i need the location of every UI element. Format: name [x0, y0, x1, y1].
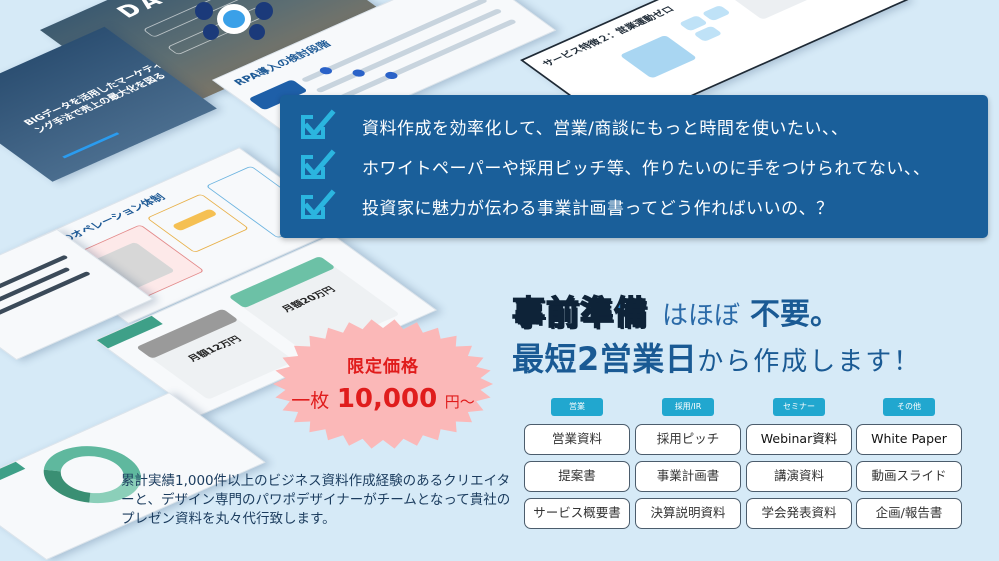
pain-point-text: 資料作成を効率化して、営業/商談にもっと時間を使いたい、、 — [362, 118, 849, 139]
slide-title: BIGデータを活用したマーケティング手法で売上の最大化を図る — [21, 60, 170, 135]
service-description: 累計実績1,000件以上のビジネス資料作成経験のあるクリエイターと、デザイン専門… — [121, 473, 511, 527]
category-column-seminar: セミナー Webinar資料 講演資料 学会発表資料 — [746, 398, 852, 529]
headline-line-2: 最短2営業日 から作成します！ — [512, 334, 921, 380]
category-column-recruiting-ir: 採用/IR 採用ピッチ 事業計画書 決算説明資料 — [635, 398, 741, 529]
headline-unnecessary: 不要。 — [750, 297, 841, 332]
checkbox-checked-icon — [300, 149, 336, 183]
category-column-sales: 営業 営業資料 提案書 サービス概要書 — [524, 398, 630, 529]
document-type-button[interactable]: 講演資料 — [746, 461, 852, 492]
badge-price-suffix: 円～ — [444, 393, 475, 411]
badge-title: 限定価格 — [347, 357, 419, 377]
category-tag: 採用/IR — [662, 398, 714, 416]
document-type-button[interactable]: Webinar資料 — [746, 424, 852, 455]
document-type-button[interactable]: 動画スライド — [856, 461, 962, 492]
pain-points-panel: 資料作成を効率化して、営業/商談にもっと時間を使いたい、、 ホワイトペーパーや採… — [280, 95, 988, 238]
document-type-button[interactable]: 採用ピッチ — [635, 424, 741, 455]
slide-tag — [0, 461, 26, 498]
document-type-button[interactable]: 事業計画書 — [635, 461, 741, 492]
pain-point-item: 資料作成を効率化して、営業/商談にもっと時間を使いたい、、 — [300, 109, 848, 143]
network-diagram-graphic — [195, 0, 275, 44]
badge-price-amount: 10,000 — [336, 384, 438, 414]
headline-turnaround-suffix: から作成します！ — [697, 347, 922, 377]
headline-preparation: 事前準備 — [511, 292, 648, 333]
badge-price: 一枚 10,000 円～ — [272, 384, 494, 414]
document-type-button[interactable]: サービス概要書 — [524, 498, 630, 529]
limited-price-badge: 限定価格 一枚 10,000 円～ — [272, 318, 494, 450]
category-tag: セミナー — [773, 398, 825, 416]
category-column-other: その他 White Paper 動画スライド 企画/報告書 — [856, 398, 962, 529]
document-type-button[interactable]: 企画/報告書 — [856, 498, 962, 529]
category-tag: 営業 — [551, 398, 603, 416]
badge-price-prefix: 一枚 — [291, 390, 330, 412]
checkbox-checked-icon — [300, 109, 336, 143]
headline-almost: はほぼ — [662, 301, 741, 331]
slide-accent-line — [62, 132, 120, 159]
document-type-button[interactable]: 営業資料 — [524, 424, 630, 455]
pain-point-text: ホワイトペーパーや採用ピッチ等、作りたいのに手をつけられてない、、 — [362, 158, 931, 179]
category-tag: その他 — [883, 398, 935, 416]
slide-grid-cell — [701, 4, 732, 22]
checkbox-checked-icon — [300, 189, 336, 223]
headline-turnaround: 最短2営業日 — [512, 340, 698, 378]
document-type-button[interactable]: White Paper — [856, 424, 962, 455]
document-type-button[interactable]: 学会発表資料 — [746, 498, 852, 529]
slide-grid-cell — [722, 0, 845, 20]
document-type-button[interactable]: 提案書 — [524, 461, 630, 492]
slide-track — [315, 8, 503, 94]
slide-triangle-area — [619, 34, 698, 79]
pain-point-item: ホワイトペーパーや採用ピッチ等、作りたいのに手をつけられてない、、 — [300, 149, 930, 183]
pain-point-text: 投資家に魅力が伝わる事業計画書ってどう作ればいいの、？ — [362, 198, 834, 219]
headline-line-1: 事前準備 はほぼ 不要。 — [511, 286, 921, 333]
slide-track — [329, 18, 518, 104]
slide-grid-cell — [693, 25, 723, 42]
pain-point-item: 投資家に魅力が伝わる事業計画書ってどう作ればいいの、？ — [300, 189, 834, 223]
headline: 事前準備 はほぼ 不要。 最短2営業日 から作成します！ — [511, 286, 921, 380]
document-type-button[interactable]: 決算説明資料 — [635, 498, 741, 529]
